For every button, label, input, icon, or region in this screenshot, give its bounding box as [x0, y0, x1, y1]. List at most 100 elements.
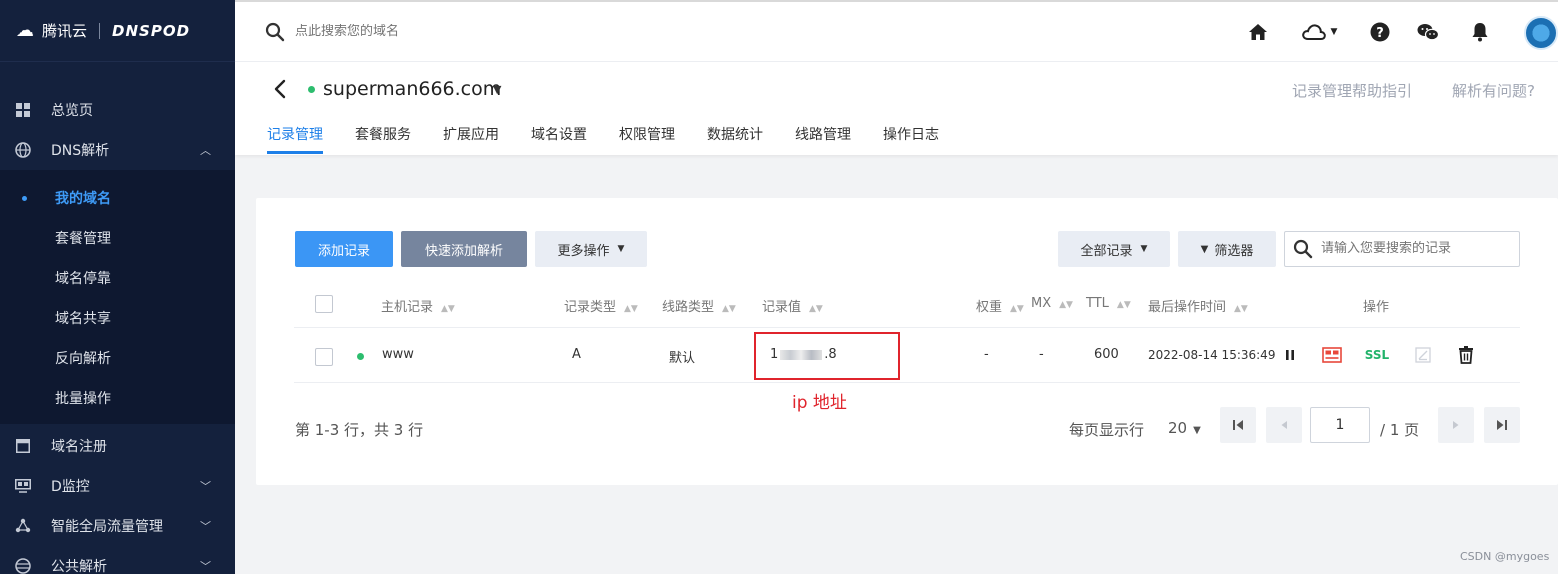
domain-status-dot	[308, 86, 315, 93]
col-line-header[interactable]: 线路类型 ▲▼	[662, 296, 736, 315]
sidebar-subitem-sharing[interactable]: 域名共享	[0, 298, 235, 338]
cloud-icon[interactable]: ▼	[1297, 20, 1341, 44]
filter-label: 筛选器	[1214, 243, 1254, 259]
row-divider	[294, 382, 1520, 383]
col-label: 权重	[976, 300, 1003, 315]
row-line[interactable]: 默认	[669, 347, 695, 366]
col-type-header[interactable]: 记录类型 ▲▼	[564, 296, 638, 315]
brand-separator	[99, 22, 101, 39]
page-number-input[interactable]: 1	[1310, 407, 1370, 443]
tab-operation-log[interactable]: 操作日志	[883, 124, 939, 144]
tab-extensions[interactable]: 扩展应用	[443, 124, 499, 144]
quick-add-button[interactable]: 快速添加解析	[401, 231, 527, 267]
bell-icon[interactable]	[1468, 20, 1492, 44]
sidebar-item-overview[interactable]: 总览页	[0, 90, 235, 130]
brand-logo[interactable]: ☁ 腾讯云 DNSPOD	[0, 0, 235, 62]
domain-header: superman666.com ▼ 记录管理帮助指引 解析有问题? 记录管理 套…	[235, 62, 1558, 155]
col-label: TTL	[1086, 296, 1109, 311]
caret-down-icon: ▼	[1140, 244, 1148, 254]
globe-icon	[14, 141, 32, 159]
sidebar-item-domain-register[interactable]: 域名注册	[0, 426, 235, 466]
grid-icon	[14, 101, 32, 119]
dns-problem-link[interactable]: 解析有问题?	[1452, 80, 1535, 101]
chevron-down-icon: ﹀	[200, 520, 211, 533]
row-mx[interactable]: -	[1039, 347, 1044, 362]
filter-button[interactable]: ▼ 筛选器	[1178, 231, 1276, 267]
active-tab-indicator	[267, 151, 323, 154]
ssl-button[interactable]: SSL	[1364, 344, 1390, 366]
sidebar-subitem-label: 我的域名	[55, 191, 111, 207]
row-ttl[interactable]: 600	[1094, 347, 1119, 362]
record-search-box[interactable]	[1284, 231, 1520, 267]
col-updated-header[interactable]: 最后操作时间 ▲▼	[1148, 296, 1248, 315]
tab-domain-settings[interactable]: 域名设置	[531, 124, 587, 144]
sidebar-subitem-reverse[interactable]: 反向解析	[0, 338, 235, 378]
record-search-input[interactable]	[1321, 241, 1511, 256]
col-label: 主机记录	[381, 300, 434, 315]
col-label: 记录值	[762, 300, 802, 315]
first-page-button[interactable]	[1220, 407, 1256, 443]
row-host[interactable]: www	[382, 347, 414, 362]
caret-down-icon[interactable]: ▼	[493, 83, 501, 96]
col-weight-header[interactable]: 权重 ▲▼	[976, 296, 1024, 315]
add-record-button[interactable]: 添加记录	[295, 231, 393, 267]
tab-permissions[interactable]: 权限管理	[619, 124, 675, 144]
next-page-button[interactable]	[1438, 407, 1474, 443]
sidebar-subitem-label: 批量操作	[55, 391, 111, 407]
row-weight[interactable]: -	[984, 347, 989, 362]
select-all-checkbox[interactable]	[315, 295, 333, 313]
col-actions-header: 操作	[1363, 300, 1390, 315]
brand-name: 腾讯云	[42, 22, 88, 40]
sidebar-item-dns[interactable]: DNS解析 ︿	[0, 130, 235, 170]
sort-icon: ▲▼	[624, 304, 638, 314]
back-arrow-icon[interactable]	[273, 79, 287, 105]
tab-statistics[interactable]: 数据统计	[707, 124, 763, 144]
total-pages: / 1 页	[1380, 421, 1420, 439]
more-operations-button[interactable]: 更多操作 ▼	[535, 231, 647, 267]
col-value-header[interactable]: 记录值 ▲▼	[762, 296, 823, 315]
edit-icon[interactable]	[1414, 344, 1432, 366]
active-dot	[22, 195, 27, 201]
row-checkbox[interactable]	[315, 348, 333, 366]
record-help-link[interactable]: 记录管理帮助指引	[1292, 80, 1412, 101]
monitor-alert-icon[interactable]	[1322, 344, 1342, 366]
record-status-dot	[357, 353, 364, 360]
row-type[interactable]: A	[572, 347, 581, 362]
col-host-header[interactable]: 主机记录 ▲▼	[381, 296, 455, 315]
sidebar-item-label: D监控	[51, 479, 90, 495]
sidebar-subitem-my-domains[interactable]: 我的域名	[0, 178, 235, 218]
tab-records[interactable]: 记录管理	[267, 124, 323, 144]
sidebar-item-traffic[interactable]: 智能全局流量管理 ﹀	[0, 506, 235, 546]
tencent-cloud-icon: ☁	[16, 20, 34, 41]
col-label: 线路类型	[662, 300, 715, 315]
all-records-dropdown[interactable]: 全部记录 ▼	[1058, 231, 1170, 267]
filter-icon: ▼	[1200, 243, 1209, 255]
more-operations-label: 更多操作	[557, 243, 610, 259]
home-icon[interactable]	[1246, 20, 1270, 44]
tab-plan-service[interactable]: 套餐服务	[355, 124, 411, 144]
sidebar-item-d-monitor[interactable]: D监控 ﹀	[0, 466, 235, 506]
per-page-select[interactable]: 20 ▼	[1168, 419, 1201, 437]
sidebar-subitem-parking[interactable]: 域名停靠	[0, 258, 235, 298]
sidebar-subitem-plans[interactable]: 套餐管理	[0, 218, 235, 258]
sidebar-item-public-dns[interactable]: 公共解析 ﹀	[0, 546, 235, 574]
sort-icon: ▲▼	[1059, 300, 1073, 310]
avatar[interactable]	[1524, 16, 1558, 50]
sidebar-item-label: DNS解析	[51, 143, 110, 159]
pause-icon[interactable]	[1283, 344, 1297, 366]
tab-line-management[interactable]: 线路管理	[795, 124, 851, 144]
col-ttl-header[interactable]: TTL ▲▼	[1086, 296, 1131, 311]
ip-highlight-box	[754, 332, 900, 380]
prev-page-button[interactable]	[1266, 407, 1302, 443]
search-icon[interactable]	[265, 22, 285, 42]
domain-name[interactable]: superman666.com	[323, 78, 501, 100]
last-page-button[interactable]	[1484, 407, 1520, 443]
wechat-icon[interactable]	[1416, 20, 1440, 44]
help-icon[interactable]: ?	[1368, 20, 1392, 44]
delete-icon[interactable]	[1457, 344, 1475, 366]
sidebar-subitem-batch[interactable]: 批量操作	[0, 378, 235, 418]
sidebar: ☁ 腾讯云 DNSPOD 总览页 DNS解析 ︿ 我的域名 套餐管理 域名停靠 …	[0, 0, 235, 574]
col-mx-header[interactable]: MX ▲▼	[1031, 296, 1073, 311]
domain-search-input[interactable]	[295, 24, 595, 39]
network-icon	[14, 517, 32, 535]
